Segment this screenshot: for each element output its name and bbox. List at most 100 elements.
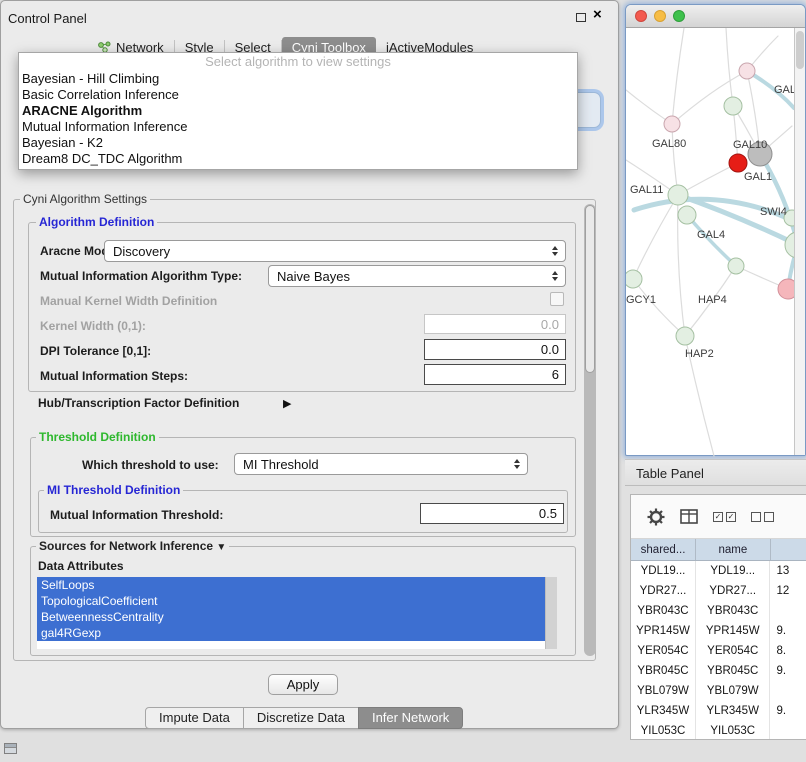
network-node[interactable] [668,185,688,205]
network-edge[interactable] [672,124,678,195]
data-attributes-items: SelfLoopsTopologicalCoefficientBetweenne… [37,577,545,649]
sources-group-title[interactable]: Sources for Network Inference ▼ [36,539,229,555]
columns-icon[interactable] [680,509,698,524]
close-icon[interactable]: × [593,7,602,22]
sources-title-text: Sources for Network Inference [39,539,213,553]
mi-threshold-label: Mutual Information Threshold: [50,508,223,523]
which-threshold-select[interactable]: MI Threshold [234,453,528,475]
network-node[interactable] [678,206,696,224]
network-edge[interactable] [672,28,684,124]
network-node[interactable] [778,279,795,299]
manual-kernel-label: Manual Kernel Width Definition [40,294,217,309]
table-cell: YBR045C [696,661,771,681]
control-panel-title: Control Panel [8,11,87,26]
table-cell: YBL079W [631,681,696,701]
network-window-titlebar[interactable] [626,5,805,28]
table-row[interactable]: YBR045CYBR045C9. [631,661,806,681]
algorithm-option[interactable]: Mutual Information Inference [19,119,577,135]
network-node[interactable] [676,327,694,345]
algorithm-option[interactable]: ARACNE Algorithm [19,103,577,119]
dpi-tolerance-field[interactable] [424,339,566,360]
table-panel-title: Table Panel [636,466,704,481]
zoom-traffic-icon[interactable] [673,10,685,22]
node-label: SWI4 [760,206,787,218]
network-canvas[interactable]: GAL8GAL80GAL10GAL1GAL11SWI4GAL4GCY1HAP4Y… [626,28,795,457]
table-rows: YDL19...YDL19...13YDR27...YDR27...12YBR0… [631,561,806,739]
settings-scrollbar-thumb[interactable] [585,205,595,373]
table-cell: YBL079W [696,681,771,701]
network-view-window: GAL8GAL80GAL10GAL1GAL11SWI4GAL4GCY1HAP4Y… [625,4,806,456]
network-scrollbar-thumb[interactable] [796,31,804,69]
node-label: HAP4 [698,294,727,306]
table-cell: YIL053C [696,721,771,740]
minimize-traffic-icon[interactable] [654,10,666,22]
algorithm-option[interactable]: Dream8 DC_TDC Algorithm [19,151,577,167]
mi-steps-field[interactable] [424,364,566,385]
table-row[interactable]: YLR345WYLR345W9. [631,701,806,721]
table-cell: YDL19... [696,561,771,581]
data-attribute-item[interactable]: gal4RGexp [37,625,545,641]
algorithm-option[interactable]: Bayesian - Hill Climbing [19,71,577,87]
float-window-icon[interactable] [576,13,586,22]
column-header[interactable]: shared... [631,539,696,560]
hub-section-label: Hub/Transcription Factor Definition [38,396,239,411]
deselect-all-icon[interactable] [751,512,774,522]
minimized-panel-icon[interactable] [4,743,17,754]
kernel-width-field[interactable] [424,314,566,334]
algorithm-option[interactable]: Bayesian - K2 [19,135,577,151]
network-node[interactable] [729,154,747,172]
table-cell: YDL19... [631,561,696,581]
table-row[interactable]: YBL079WYBL079W [631,681,806,701]
table-cell: YLR345W [696,701,771,721]
table-row[interactable]: YDR27...YDR27...12 [631,581,806,601]
close-traffic-icon[interactable] [635,10,647,22]
column-header[interactable]: name [696,539,771,560]
data-attribute-item[interactable]: SelfLoops [37,577,545,593]
tab-infer-network[interactable]: Infer Network [358,707,463,729]
table-row[interactable]: YER054CYER054C8. [631,641,806,661]
hub-expand-icon[interactable]: ▶ [283,397,291,410]
algorithm-popup-list: Bayesian - Hill ClimbingBasic Correlatio… [19,71,577,167]
data-attributes-list: SelfLoopsTopologicalCoefficientBetweenne… [37,577,557,649]
data-attribute-item[interactable]: TopologicalCoefficient [37,593,545,609]
select-all-icon[interactable]: ✓ ✓ [713,512,736,522]
table-row[interactable]: YDL19...YDL19...13 [631,561,806,581]
data-attribute-item[interactable]: BetweennessCentrality [37,609,545,625]
mi-type-value: Naive Bayes [277,269,350,284]
network-edge[interactable] [726,28,733,106]
table-cell: YIL053C [631,721,696,740]
network-node[interactable] [728,258,744,274]
algorithm-option[interactable]: Basic Correlation Inference [19,87,577,103]
aracne-mode-value: Discovery [113,244,170,259]
gear-icon[interactable] [647,508,665,526]
table-row[interactable]: YBR043CYBR043C [631,601,806,621]
apply-button[interactable]: Apply [268,674,338,695]
network-edge[interactable] [626,90,672,124]
table-cell: YBR043C [631,601,696,621]
table-panel-header: Table Panel [625,459,806,486]
mi-threshold-group-title: MI Threshold Definition [44,483,183,497]
algorithm-popup: Select algorithm to view settings Bayesi… [18,52,578,170]
tab-impute-data[interactable]: Impute Data [145,707,244,729]
mi-type-select[interactable]: Naive Bayes [268,265,566,287]
network-scrollbar[interactable] [794,28,805,455]
table-row[interactable]: YIL053CYIL053C [631,721,806,740]
algorithm-popup-placeholder: Select algorithm to view settings [19,53,577,71]
table-row[interactable]: YPR145WYPR145W9. [631,621,806,641]
algorithm-definition-title: Algorithm Definition [36,215,157,229]
node-label: GAL11 [630,184,663,196]
table-cell: 13 [770,561,806,581]
table-cell: 9. [770,661,806,681]
aracne-mode-select[interactable]: Discovery [104,240,566,262]
network-node[interactable] [626,270,642,288]
mi-threshold-field[interactable] [420,503,564,524]
collapse-icon: ▼ [216,542,226,553]
network-node[interactable] [724,97,742,115]
attributes-scrollbar[interactable] [545,577,557,649]
manual-kernel-checkbox[interactable] [550,292,564,306]
network-edge[interactable] [633,279,685,336]
tab-discretize-data[interactable]: Discretize Data [243,707,359,729]
network-node[interactable] [664,116,680,132]
column-header[interactable] [771,539,806,560]
network-node[interactable] [739,63,755,79]
